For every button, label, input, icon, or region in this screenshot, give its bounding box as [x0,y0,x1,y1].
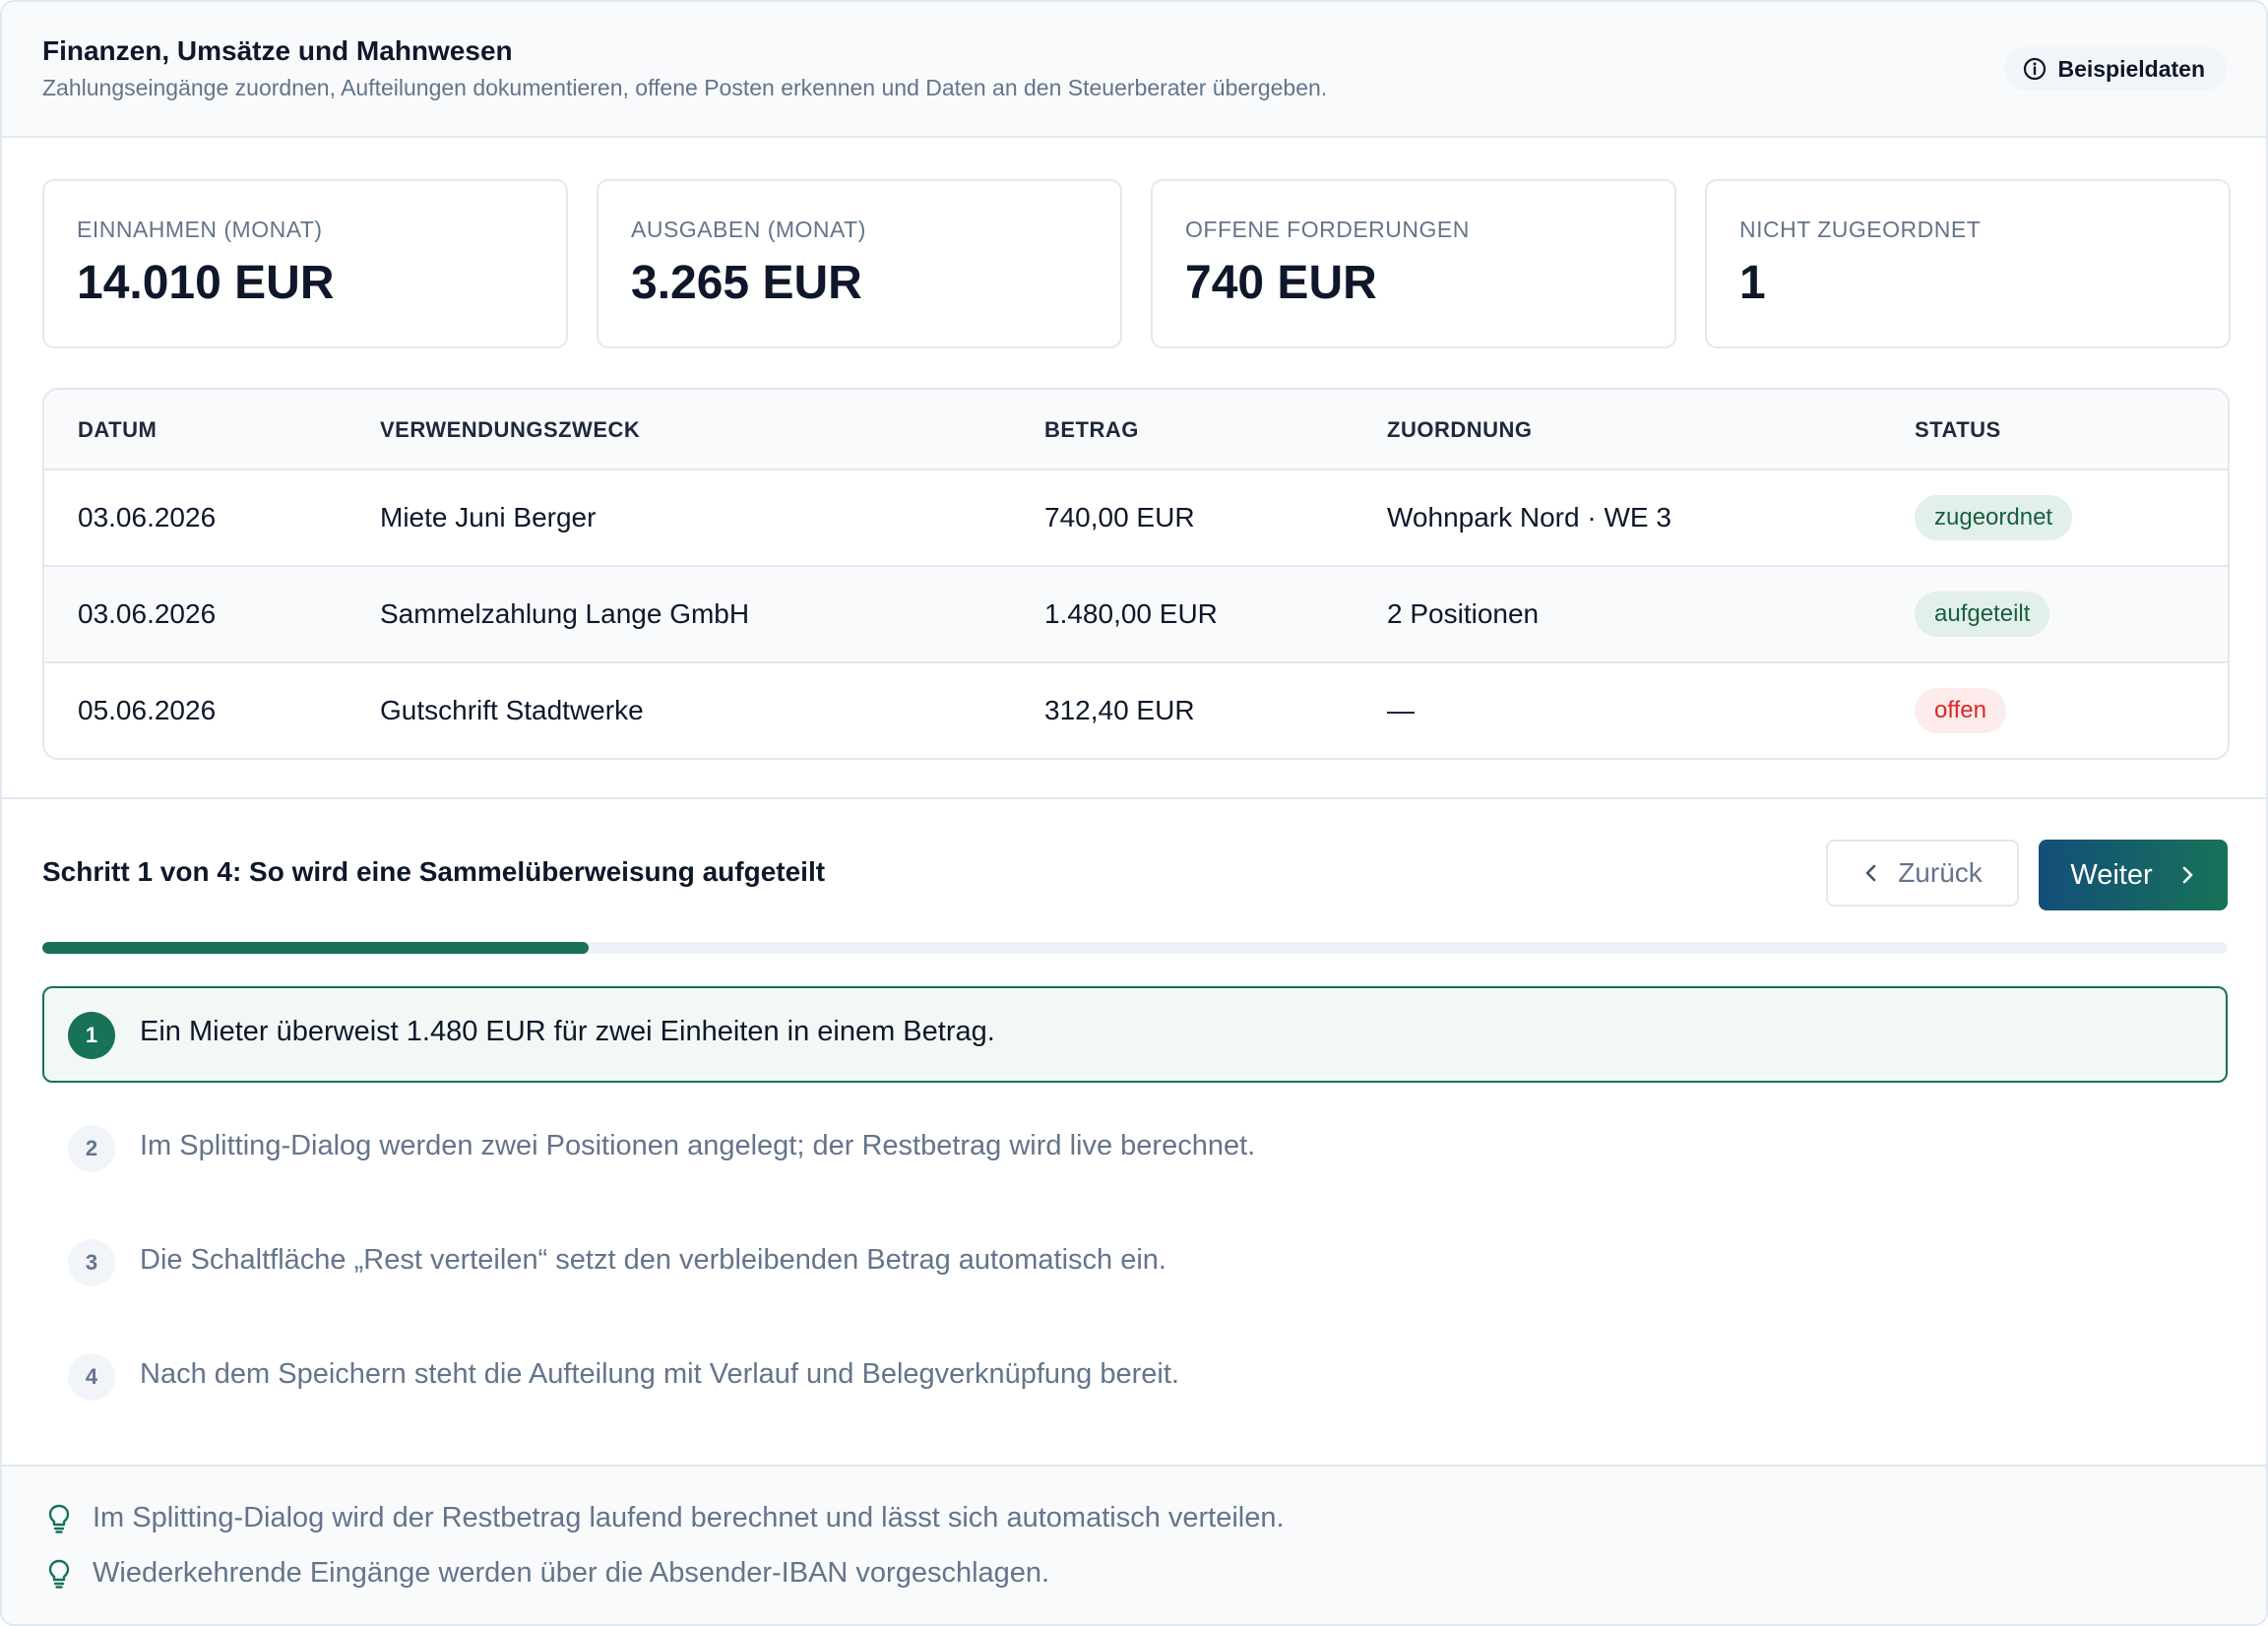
step-item-4[interactable]: 4 Nach dem Speichern steht die Aufteilun… [42,1329,2228,1425]
demo-data-label: Beispieldaten [2057,55,2205,82]
cell-purpose: Sammelzahlung Lange GmbH [380,598,750,629]
step-number: 4 [68,1353,115,1401]
status-badge: aufgeteilt [1915,592,2050,637]
kpi-label: OFFENE FORDERUNGEN [1185,217,1470,242]
lightbulb-icon [48,1559,70,1589]
chevron-left-icon [1865,864,1876,882]
kpi-value: 3.265 EUR [631,257,862,309]
hint-text: Wiederkehrende Eingänge werden über die … [93,1557,1050,1589]
cell-assignment: 2 Positionen [1387,598,1540,629]
back-button[interactable]: Zurück [1826,840,2019,907]
hints-footer: Im Splitting-Dialog wird der Restbetrag … [2,1465,2266,1624]
section-divider [2,797,2266,799]
hint-item: Wiederkehrende Eingänge werden über die … [45,1557,1049,1590]
app-frame: Finanzen, Umsätze und Mahnwesen Zahlungs… [0,0,2268,1626]
kpi-value: 740 EUR [1185,257,1377,309]
cell-assignment: — [1387,695,1415,725]
cell-amount: 740,00 EUR [1044,502,1195,532]
stepper-progress-bar [42,942,2228,954]
step-number: 3 [68,1239,115,1286]
status-badge: offen [1915,688,2006,733]
status-badge: zugeordnet [1915,495,2073,540]
kpi-value: 14.010 EUR [77,257,335,309]
page-title: Finanzen, Umsätze und Mahnwesen [42,35,513,66]
table-row[interactable]: 03.06.2026 Miete Juni Berger 740,00 EUR … [44,470,2228,567]
demo-data-badge: Beispieldaten [2004,47,2227,91]
step-text: Nach dem Speichern steht die Aufteilung … [140,1358,1179,1390]
chevron-right-icon [2182,866,2192,884]
cell-date: 03.06.2026 [78,502,217,532]
table-row[interactable]: 03.06.2026 Sammelzahlung Lange GmbH 1.48… [44,567,2228,663]
kpi-value: 1 [1739,257,1766,309]
page-subtitle: Zahlungseingänge zuordnen, Aufteilungen … [42,75,1328,100]
step-number: 2 [68,1125,115,1172]
stepper-title: Schritt 1 von 4: So wird eine Sammelüber… [42,856,826,887]
hint-text: Im Splitting-Dialog wird der Restbetrag … [93,1502,1285,1533]
lightbulb-icon [48,1504,70,1533]
step-item-3[interactable]: 3 Die Schaltfläche „Rest verteilen“ setz… [42,1215,2228,1311]
kpi-cards: EINNAHMEN (MONAT) 14.010 EUR AUSGABEN (M… [42,179,2231,348]
kpi-label: NICHT ZUGEORDNET [1739,217,1982,242]
column-header-amount[interactable]: BETRAG [1044,417,1139,443]
table-row[interactable]: 05.06.2026 Gutschrift Stadtwerke 312,40 … [44,663,2228,758]
next-button-label: Weiter [2070,858,2153,891]
cell-amount: 1.480,00 EUR [1044,598,1218,629]
kpi-card-open-receivables: OFFENE FORDERUNGEN 740 EUR [1151,179,1676,348]
step-text: Die Schaltfläche „Rest verteilen“ setzt … [140,1244,1166,1276]
step-number: 1 [68,1012,115,1059]
column-header-status[interactable]: STATUS [1915,417,2001,443]
cell-purpose: Gutschrift Stadtwerke [380,695,644,725]
hint-item: Im Splitting-Dialog wird der Restbetrag … [45,1502,1285,1534]
transactions-table: DATUM VERWENDUNGSZWECK BETRAG ZUORDNUNG … [42,388,2230,760]
step-text: Im Splitting-Dialog werden zwei Position… [140,1130,1256,1161]
kpi-card-expenses: AUSGABEN (MONAT) 3.265 EUR [597,179,1122,348]
kpi-card-income: EINNAHMEN (MONAT) 14.010 EUR [42,179,568,348]
progress-fill [42,942,589,954]
cell-date: 03.06.2026 [78,598,217,629]
step-item-2[interactable]: 2 Im Splitting-Dialog werden zwei Positi… [42,1100,2228,1197]
step-item-1[interactable]: 1 Ein Mieter überweist 1.480 EUR für zwe… [42,986,2228,1083]
column-header-purpose[interactable]: VERWENDUNGSZWECK [380,417,640,443]
cell-assignment: Wohnpark Nord · WE 3 [1387,502,1671,532]
kpi-label: AUSGABEN (MONAT) [631,217,866,242]
next-button[interactable]: Weiter [2039,840,2228,910]
info-icon [2024,57,2047,81]
column-header-assignment[interactable]: ZUORDNUNG [1387,417,1533,443]
table-header: DATUM VERWENDUNGSZWECK BETRAG ZUORDNUNG … [44,390,2228,470]
column-header-date[interactable]: DATUM [78,417,157,443]
back-button-label: Zurück [1898,857,1983,888]
step-text: Ein Mieter überweist 1.480 EUR für zwei … [140,1016,995,1047]
kpi-label: EINNAHMEN (MONAT) [77,217,323,242]
cell-date: 05.06.2026 [78,695,217,725]
cell-amount: 312,40 EUR [1044,695,1195,725]
kpi-card-unassigned: NICHT ZUGEORDNET 1 [1705,179,2231,348]
page-header: Finanzen, Umsätze und Mahnwesen Zahlungs… [2,2,2266,138]
cell-purpose: Miete Juni Berger [380,502,597,532]
